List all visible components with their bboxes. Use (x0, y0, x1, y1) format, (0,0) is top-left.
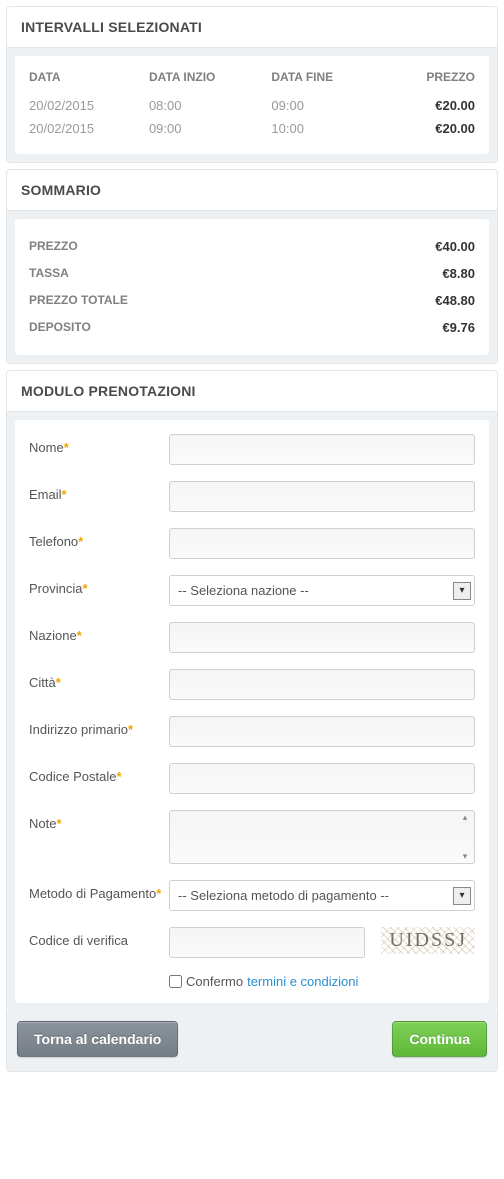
label-city: Città* (29, 669, 169, 690)
col-data: DATA (29, 70, 149, 94)
summary-panel: SOMMARIO PREZZO €40.00 TASSA €8.80 PREZZ… (6, 169, 498, 364)
required-icon: * (116, 769, 121, 784)
confirm-row: Confermo termini e condizioni (169, 974, 475, 989)
row-name: Nome* (29, 434, 475, 465)
summary-row: TASSA €8.80 (29, 260, 475, 287)
confirm-checkbox[interactable] (169, 975, 182, 988)
summary-value: €8.80 (442, 266, 475, 281)
row-captcha: Codice di verifica UIDSSJ (29, 927, 475, 958)
col-inizio: DATA INZIO (149, 70, 271, 94)
summary-label: PREZZO TOTALE (29, 293, 128, 308)
row-address: Indirizzo primario* (29, 716, 475, 747)
label-nation: Nazione* (29, 622, 169, 643)
form-body: Nome* Email* Telefono* Provincia* -- Sel… (7, 412, 497, 1011)
confirm-text: Confermo (186, 974, 243, 989)
label-name: Nome* (29, 434, 169, 455)
required-icon: * (128, 722, 133, 737)
form-inner: Nome* Email* Telefono* Provincia* -- Sel… (15, 420, 489, 1003)
row-email: Email* (29, 481, 475, 512)
province-select[interactable]: -- Seleziona nazione -- (169, 575, 475, 606)
required-icon: * (77, 628, 82, 643)
required-icon: * (156, 886, 161, 901)
captcha-image: UIDSSJ (381, 927, 475, 954)
summary-value: €9.76 (442, 320, 475, 335)
row-nation: Nazione* (29, 622, 475, 653)
cell-data: 20/02/2015 (29, 117, 149, 140)
cell-prezzo: €20.00 (385, 94, 475, 117)
phone-field[interactable] (169, 528, 475, 559)
cell-inizio: 09:00 (149, 117, 271, 140)
footer-bar: Torna al calendario Continua (7, 1011, 497, 1071)
label-province: Provincia* (29, 575, 169, 596)
email-field[interactable] (169, 481, 475, 512)
row-postal: Codice Postale* (29, 763, 475, 794)
postal-field[interactable] (169, 763, 475, 794)
payment-select[interactable]: -- Seleziona metodo di pagamento -- (169, 880, 475, 911)
row-payment: Metodo di Pagamento* -- Seleziona metodo… (29, 880, 475, 911)
summary-value: €48.80 (435, 293, 475, 308)
address-field[interactable] (169, 716, 475, 747)
cell-data: 20/02/2015 (29, 94, 149, 117)
cell-prezzo: €20.00 (385, 117, 475, 140)
required-icon: * (82, 581, 87, 596)
continue-button[interactable]: Continua (392, 1021, 487, 1057)
form-title: MODULO PRENOTAZIONI (7, 371, 497, 412)
province-select-wrap: -- Seleziona nazione -- ▾ (169, 575, 475, 606)
captcha-field[interactable] (169, 927, 365, 958)
summary-row: PREZZO €40.00 (29, 233, 475, 260)
row-province: Provincia* -- Seleziona nazione -- ▾ (29, 575, 475, 606)
col-fine: DATA FINE (271, 70, 385, 94)
summary-row: DEPOSITO €9.76 (29, 314, 475, 341)
intervals-body: DATA DATA INZIO DATA FINE PREZZO 20/02/2… (7, 48, 497, 162)
intervals-inner: DATA DATA INZIO DATA FINE PREZZO 20/02/2… (15, 56, 489, 154)
summary-label: PREZZO (29, 239, 78, 254)
label-postal: Codice Postale* (29, 763, 169, 784)
required-icon: * (78, 534, 83, 549)
required-icon: * (56, 816, 61, 831)
required-icon: * (62, 487, 67, 502)
intervals-table: DATA DATA INZIO DATA FINE PREZZO 20/02/2… (29, 70, 475, 140)
notes-wrap: ▴▾ (169, 810, 475, 864)
city-field[interactable] (169, 669, 475, 700)
payment-select-wrap: -- Seleziona metodo di pagamento -- ▾ (169, 880, 475, 911)
summary-inner: PREZZO €40.00 TASSA €8.80 PREZZO TOTALE … (15, 219, 489, 355)
row-phone: Telefono* (29, 528, 475, 559)
label-email: Email* (29, 481, 169, 502)
name-field[interactable] (169, 434, 475, 465)
row-city: Città* (29, 669, 475, 700)
notes-field[interactable] (169, 810, 475, 864)
back-button[interactable]: Torna al calendario (17, 1021, 178, 1057)
label-captcha: Codice di verifica (29, 927, 169, 948)
summary-body: PREZZO €40.00 TASSA €8.80 PREZZO TOTALE … (7, 211, 497, 363)
summary-title: SOMMARIO (7, 170, 497, 211)
summary-value: €40.00 (435, 239, 475, 254)
required-icon: * (56, 675, 61, 690)
col-prezzo: PREZZO (385, 70, 475, 94)
form-panel: MODULO PRENOTAZIONI Nome* Email* Telefon… (6, 370, 498, 1072)
cell-fine: 09:00 (271, 94, 385, 117)
summary-label: DEPOSITO (29, 320, 91, 335)
label-notes: Note* (29, 810, 169, 831)
required-icon: * (64, 440, 69, 455)
summary-row: PREZZO TOTALE €48.80 (29, 287, 475, 314)
label-address: Indirizzo primario* (29, 716, 169, 737)
label-phone: Telefono* (29, 528, 169, 549)
row-notes: Note* ▴▾ (29, 810, 475, 864)
terms-link[interactable]: termini e condizioni (247, 974, 358, 989)
table-row: 20/02/2015 09:00 10:00 €20.00 (29, 117, 475, 140)
cell-inizio: 08:00 (149, 94, 271, 117)
intervals-title: INTERVALLI SELEZIONATI (7, 7, 497, 48)
cell-fine: 10:00 (271, 117, 385, 140)
nation-field[interactable] (169, 622, 475, 653)
label-payment: Metodo di Pagamento* (29, 880, 169, 901)
summary-label: TASSA (29, 266, 69, 281)
intervals-panel: INTERVALLI SELEZIONATI DATA DATA INZIO D… (6, 6, 498, 163)
table-row: 20/02/2015 08:00 09:00 €20.00 (29, 94, 475, 117)
